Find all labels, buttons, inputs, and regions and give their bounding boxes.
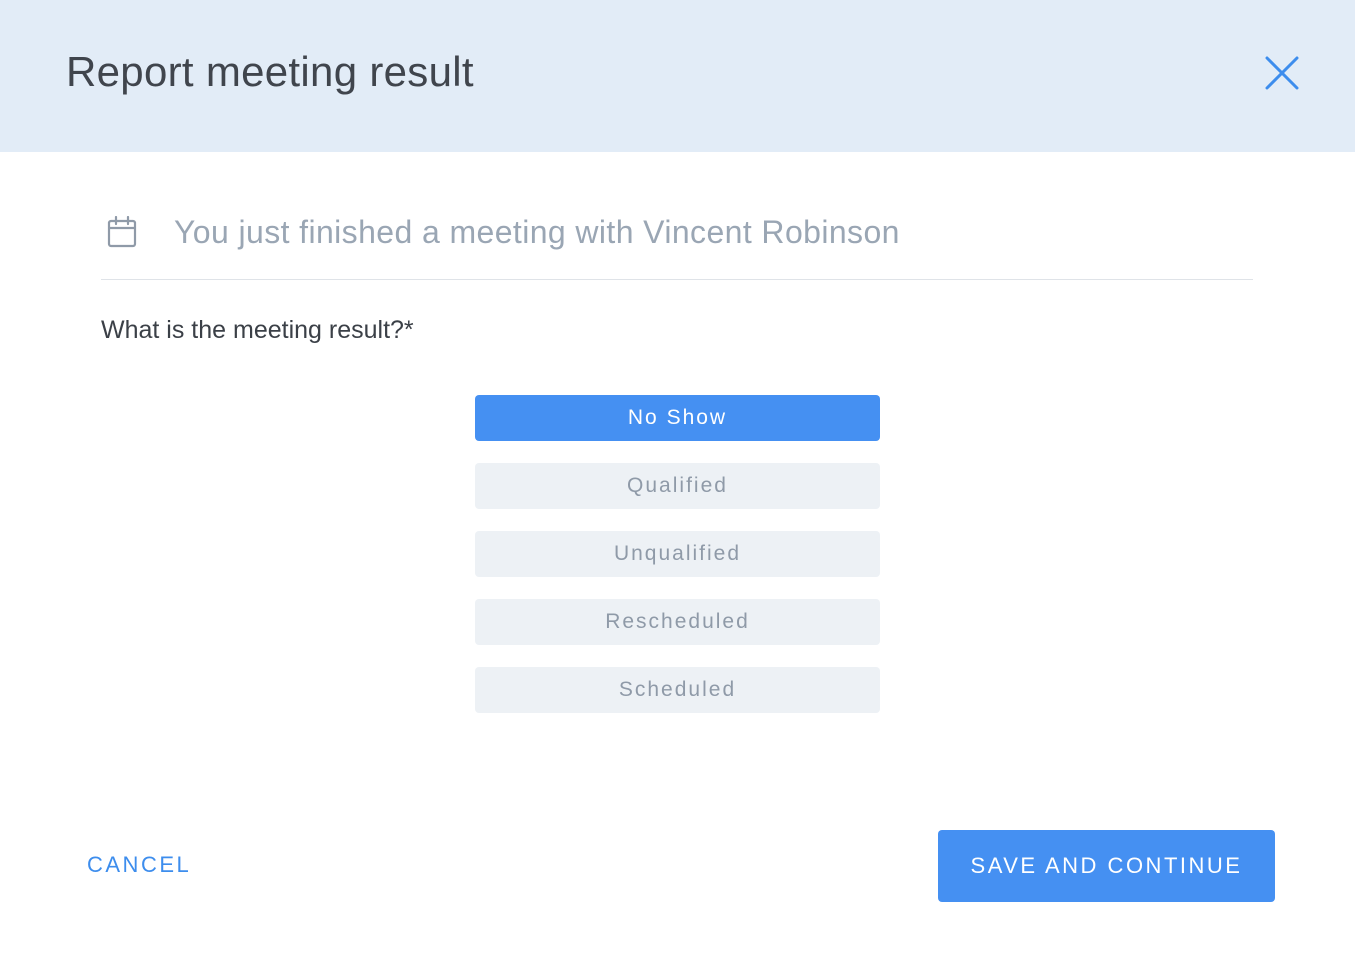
option-qualified[interactable]: Qualified	[475, 463, 880, 509]
modal-header: Report meeting result	[0, 0, 1355, 152]
option-rescheduled[interactable]: Rescheduled	[475, 599, 880, 645]
modal-title: Report meeting result	[66, 48, 474, 95]
meeting-info-row: You just finished a meeting with Vincent…	[101, 200, 1253, 280]
meeting-info-text: You just finished a meeting with Vincent…	[174, 214, 900, 250]
close-icon	[1265, 56, 1299, 90]
option-unqualified[interactable]: Unqualified	[475, 531, 880, 577]
option-scheduled[interactable]: Scheduled	[475, 667, 880, 713]
meeting-result-options: No Show Qualified Unqualified Reschedule…	[475, 395, 880, 735]
save-and-continue-button[interactable]: SAVE AND CONTINUE	[938, 830, 1275, 902]
close-button[interactable]	[1260, 51, 1304, 95]
cancel-button[interactable]: CANCEL	[87, 848, 191, 882]
report-meeting-result-modal: Report meeting result You just finished …	[0, 0, 1355, 967]
option-no-show[interactable]: No Show	[475, 395, 880, 441]
meeting-result-question: What is the meeting result?*	[101, 316, 414, 344]
calendar-icon	[107, 216, 137, 248]
